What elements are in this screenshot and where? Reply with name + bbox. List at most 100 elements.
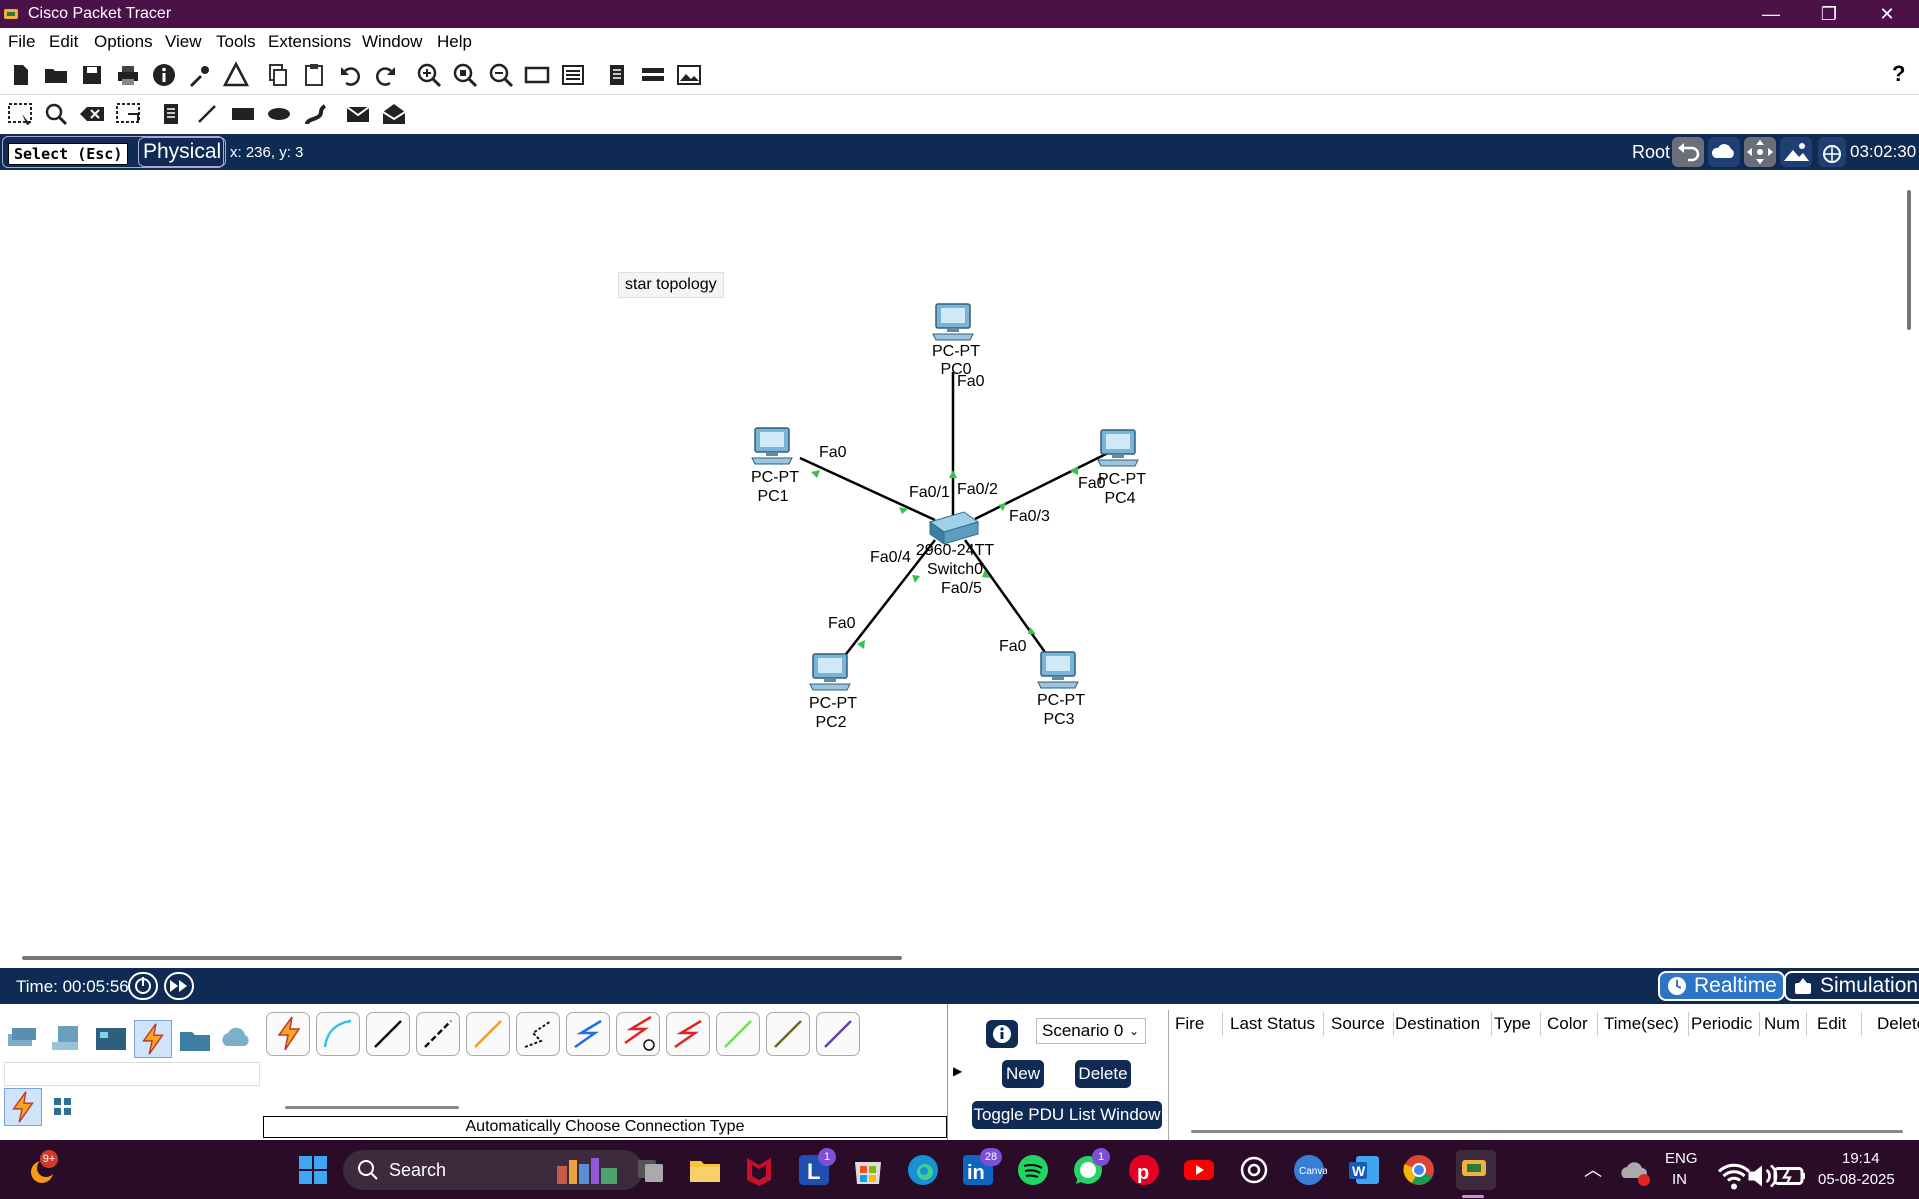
fiber-cable-icon[interactable] xyxy=(466,1012,510,1056)
menu-edit[interactable]: Edit xyxy=(49,32,78,52)
usb-cable-icon[interactable] xyxy=(816,1012,860,1056)
onedrive-icon[interactable] xyxy=(1618,1154,1650,1186)
menu-window[interactable]: Window xyxy=(362,32,422,52)
viewport-icon[interactable] xyxy=(603,61,631,89)
battery-icon[interactable] xyxy=(1772,1158,1805,1185)
youtube-icon[interactable] xyxy=(1181,1152,1217,1188)
restore-button[interactable]: ❐ xyxy=(1800,0,1858,28)
close-button[interactable]: ✕ xyxy=(1858,0,1916,28)
chatgpt-icon[interactable] xyxy=(1236,1152,1272,1188)
taskbar-date[interactable]: 05-08-2025 xyxy=(1818,1171,1895,1188)
serial-dce-icon[interactable] xyxy=(616,1012,660,1056)
chevron-up-icon[interactable]: ︿ xyxy=(1584,1156,1602,1182)
line-icon[interactable] xyxy=(193,100,221,128)
column-color[interactable]: Color xyxy=(1547,1014,1588,1034)
multiuser-icon[interactable] xyxy=(218,1020,256,1058)
zoom-in-icon[interactable] xyxy=(415,61,443,89)
rectangle-icon[interactable] xyxy=(229,100,257,128)
drawing-palette-icon[interactable] xyxy=(523,61,551,89)
undo-icon[interactable] xyxy=(336,61,364,89)
inspect-icon[interactable] xyxy=(42,100,70,128)
pdu-scroll-thumb[interactable] xyxy=(1191,1130,1903,1133)
menu-view[interactable]: View xyxy=(165,32,202,52)
device-template-icon[interactable] xyxy=(559,61,587,89)
resize-icon[interactable] xyxy=(114,100,142,128)
region-label[interactable]: IN xyxy=(1672,1171,1687,1188)
mcafee-icon[interactable] xyxy=(741,1152,777,1188)
menu-file[interactable]: File xyxy=(8,32,35,52)
chrome-icon[interactable] xyxy=(1401,1152,1437,1188)
column-source[interactable]: Source xyxy=(1331,1014,1385,1034)
pc0-icon[interactable] xyxy=(932,303,974,341)
packet-tracer-taskbar-icon[interactable] xyxy=(1456,1150,1496,1190)
menu-options[interactable]: Options xyxy=(94,32,153,52)
column-delete[interactable]: Delete xyxy=(1877,1014,1919,1034)
new-file-icon[interactable] xyxy=(6,61,34,89)
column-time[interactable]: Time(sec) xyxy=(1604,1014,1679,1034)
end-devices-icon[interactable] xyxy=(48,1020,86,1058)
network-devices-icon[interactable] xyxy=(4,1020,42,1058)
copper-cross-icon[interactable] xyxy=(416,1012,460,1056)
horizontal-scroll-thumb[interactable] xyxy=(22,956,902,960)
switch-icon[interactable] xyxy=(928,511,980,545)
new-scenario-button[interactable]: New xyxy=(1002,1060,1044,1088)
add-complex-pdu-icon[interactable] xyxy=(380,100,408,128)
delete-scenario-button[interactable]: Delete xyxy=(1075,1060,1131,1088)
menu-help[interactable]: Help xyxy=(437,32,472,52)
logical-workspace[interactable]: PC-PT PC0 PC-PT PC1 PC-PT PC4 PC-PT PC2 … xyxy=(0,170,1905,950)
freeform-icon[interactable] xyxy=(301,100,329,128)
column-last-status[interactable]: Last Status xyxy=(1230,1014,1315,1034)
edge-browser-icon[interactable] xyxy=(905,1152,941,1188)
miscellaneous-icon[interactable] xyxy=(176,1020,214,1058)
console-cable-icon[interactable] xyxy=(316,1012,360,1056)
device-search-field[interactable] xyxy=(4,1062,260,1086)
print-icon[interactable] xyxy=(114,61,142,89)
ipc-icon[interactable] xyxy=(639,61,667,89)
paste-icon[interactable] xyxy=(300,61,328,89)
pc2-icon[interactable] xyxy=(809,653,851,691)
grid-view-icon[interactable] xyxy=(52,1096,74,1118)
file-explorer-icon[interactable] xyxy=(687,1152,723,1188)
copper-straight-icon[interactable] xyxy=(366,1012,410,1056)
task-view-icon[interactable] xyxy=(633,1152,669,1188)
minimize-button[interactable]: — xyxy=(1742,0,1800,28)
spotify-icon[interactable] xyxy=(1015,1152,1051,1188)
select-icon[interactable] xyxy=(6,100,34,128)
iot-custom-cable-icon[interactable] xyxy=(766,1012,810,1056)
column-num[interactable]: Num xyxy=(1764,1014,1800,1034)
custom-device-icon[interactable] xyxy=(222,61,250,89)
word-icon[interactable]: W xyxy=(1346,1152,1382,1188)
collapse-arrow-icon[interactable]: ▶ xyxy=(953,1064,962,1078)
delete-icon[interactable] xyxy=(78,100,106,128)
background-image-icon[interactable] xyxy=(1780,137,1812,167)
save-icon[interactable] xyxy=(78,61,106,89)
taskbar-search[interactable]: Search xyxy=(343,1150,643,1190)
column-periodic[interactable]: Periodic xyxy=(1691,1014,1752,1034)
redo-icon[interactable] xyxy=(372,61,400,89)
pc4-icon[interactable] xyxy=(1097,429,1139,467)
menu-tools[interactable]: Tools xyxy=(216,32,256,52)
pinterest-icon[interactable]: p xyxy=(1126,1152,1162,1188)
language-label[interactable]: ENG xyxy=(1665,1150,1698,1167)
canva-icon[interactable]: Canva xyxy=(1291,1152,1328,1188)
add-simple-pdu-icon[interactable] xyxy=(344,100,372,128)
pc1-icon[interactable] xyxy=(751,427,793,465)
zoom-reset-icon[interactable] xyxy=(451,61,479,89)
realtime-mode-button[interactable]: Realtime xyxy=(1658,971,1785,1001)
automatic-connection-icon[interactable] xyxy=(266,1012,310,1056)
fast-forward-icon[interactable] xyxy=(164,972,194,1000)
connections-subcategory-icon[interactable] xyxy=(4,1088,42,1126)
taskbar-time[interactable]: 19:14 xyxy=(1842,1150,1880,1167)
copy-icon[interactable] xyxy=(264,61,292,89)
column-destination[interactable]: Destination xyxy=(1395,1014,1480,1034)
column-type[interactable]: Type xyxy=(1494,1014,1531,1034)
connections-scroll-thumb[interactable] xyxy=(285,1106,459,1109)
zoom-out-icon[interactable] xyxy=(487,61,515,89)
back-icon[interactable] xyxy=(1672,137,1704,167)
volume-icon[interactable] xyxy=(1744,1158,1778,1188)
topology-note[interactable]: star topology xyxy=(618,272,724,298)
components-icon[interactable] xyxy=(92,1020,130,1058)
phone-cable-icon[interactable] xyxy=(516,1012,560,1056)
column-fire[interactable]: Fire xyxy=(1175,1014,1204,1034)
physical-tab[interactable]: Physical xyxy=(138,137,227,167)
